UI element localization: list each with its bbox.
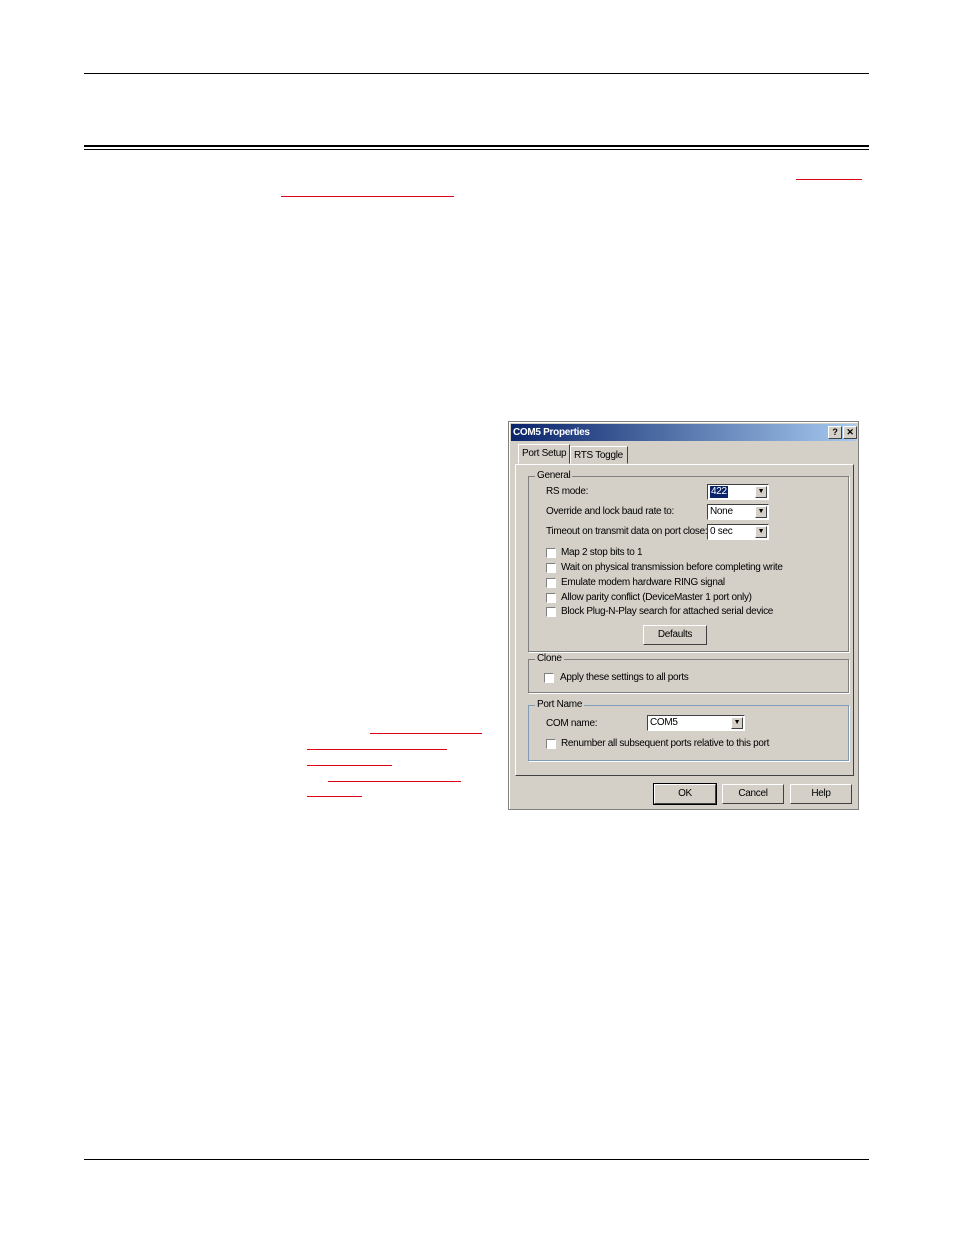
chevron-down-icon[interactable]: ▼ [755,486,767,498]
com-name-value: COM5 [650,717,678,728]
emulate-ring-label[interactable]: Emulate modem hardware RING signal [561,577,725,588]
tab-rts-toggle-label: RTS Toggle [574,450,623,461]
hyperlink[interactable] [307,749,447,750]
section-rule-bottom [84,149,869,150]
timeout-label: Timeout on transmit data on port close: [546,526,708,537]
baud-rate-select[interactable]: None ▼ [707,504,769,520]
parity-conflict-label[interactable]: Allow parity conflict (DeviceMaster 1 po… [561,592,752,603]
apply-all-label[interactable]: Apply these settings to all ports [560,672,689,683]
wait-transmission-label[interactable]: Wait on physical transmission before com… [561,562,783,573]
timeout-value: 0 sec [710,526,733,537]
rs-mode-select[interactable]: 422 ▼ [707,484,769,500]
apply-all-checkbox[interactable] [544,673,554,683]
hyperlink[interactable] [796,179,862,180]
hyperlink[interactable] [370,733,482,734]
tab-port-setup-label: Port Setup [522,448,567,459]
close-icon[interactable]: ✕ [843,426,857,439]
map-stop-bits-label[interactable]: Map 2 stop bits to 1 [561,547,643,558]
section-rule-top [84,145,869,147]
header-rule [84,73,869,74]
clone-group: Clone Apply these settings to all ports [528,653,849,693]
ok-button[interactable]: OK [653,783,717,805]
chevron-down-icon[interactable]: ▼ [755,526,767,538]
renumber-checkbox[interactable] [546,739,556,749]
com-properties-dialog: COM5 Properties ? ✕ Port Setup RTS Toggl… [508,421,859,810]
wait-transmission-checkbox[interactable] [546,563,556,573]
clone-legend: Clone [535,653,564,664]
defaults-button[interactable]: Defaults [643,625,707,645]
hyperlink[interactable] [307,796,362,797]
port-name-legend: Port Name [535,699,585,710]
help-button[interactable]: Help [790,784,852,804]
help-icon[interactable]: ? [828,426,842,439]
port-name-group: Port Name COM name: COM5 ▼ Renumber all … [528,699,849,761]
parity-conflict-checkbox[interactable] [546,593,556,603]
block-pnp-checkbox[interactable] [546,607,556,617]
rs-mode-label: RS mode: [546,486,589,497]
general-legend: General [535,470,573,481]
dialog-titlebar[interactable]: COM5 Properties ? ✕ [511,424,857,441]
renumber-label[interactable]: Renumber all subsequent ports relative t… [561,738,769,749]
dialog-title: COM5 Properties [513,427,590,438]
chevron-down-icon[interactable]: ▼ [731,717,743,729]
hyperlink[interactable] [281,196,454,197]
com-name-select[interactable]: COM5 ▼ [647,715,745,731]
com-name-label: COM name: [546,718,598,729]
cancel-button[interactable]: Cancel [722,784,784,804]
hyperlink[interactable] [307,765,392,766]
block-pnp-label[interactable]: Block Plug-N-Play search for attached se… [561,606,773,617]
map-stop-bits-checkbox[interactable] [546,548,556,558]
emulate-ring-checkbox[interactable] [546,578,556,588]
timeout-select[interactable]: 0 sec ▼ [707,524,769,540]
tab-rts-toggle[interactable]: RTS Toggle [570,446,628,464]
chevron-down-icon[interactable]: ▼ [755,506,767,518]
tab-port-setup[interactable]: Port Setup [518,444,570,464]
rs-mode-value: 422 [710,486,728,498]
baud-rate-value: None [710,506,733,517]
general-group: General RS mode: 422 ▼ Override and lock… [528,470,849,652]
footer-rule [84,1159,869,1160]
tab-panel: General RS mode: 422 ▼ Override and lock… [515,464,854,776]
baud-rate-label: Override and lock baud rate to: [546,506,675,517]
hyperlink[interactable] [328,781,461,782]
